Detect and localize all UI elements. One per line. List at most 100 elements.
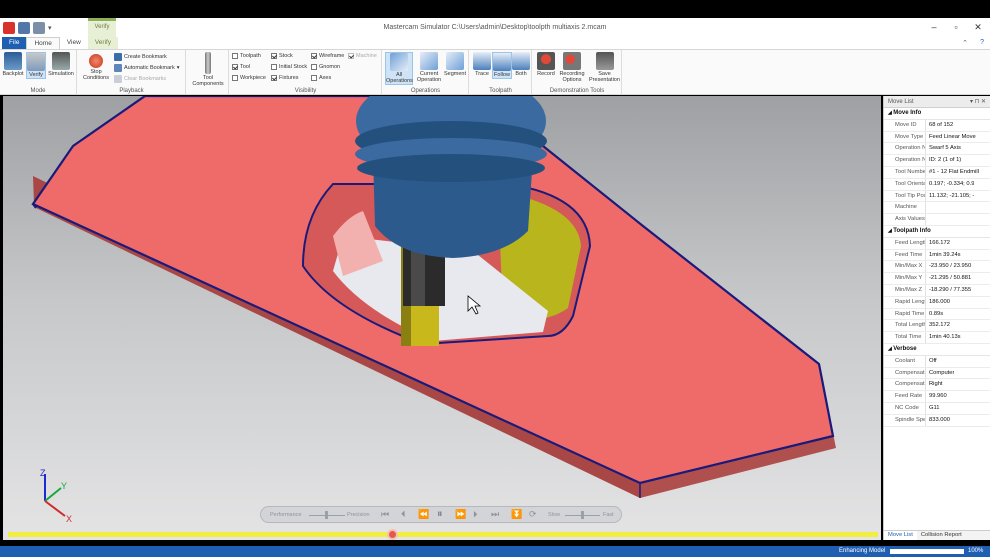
gnomon-checkbox[interactable]: Gnomon <box>311 64 340 70</box>
property-value: G11 <box>929 404 940 411</box>
property-value: Feed Linear Move <box>929 133 976 140</box>
group-playback: Stop Conditions Create Bookmark Automati… <box>78 50 186 95</box>
step-forward-icon[interactable]: ⏵ <box>473 509 478 520</box>
automatic-bookmark-button[interactable]: Automatic Bookmark ▾ <box>114 64 180 72</box>
tab-view[interactable]: View <box>60 37 88 49</box>
property-row: CompensationRight <box>884 379 990 392</box>
window-title: Mastercam Simulator C:\Users\admin\Deskt… <box>383 24 607 31</box>
property-row: Spindle Speed833.000 <box>884 414 990 427</box>
speed-slider-thumb[interactable] <box>581 511 584 519</box>
all-operations-button[interactable]: All Operations <box>385 52 413 85</box>
simulation-viewport[interactable]: Z Y X <box>3 96 881 540</box>
move-list-title: Move List <box>888 99 914 105</box>
record-button[interactable]: Record <box>535 52 557 77</box>
property-value: 186.000 <box>929 298 950 305</box>
follow-button[interactable]: Follow <box>492 52 512 79</box>
toolpath-checkbox[interactable]: Toolpath <box>232 53 261 59</box>
machine-checkbox[interactable]: Machine <box>348 53 377 59</box>
tab-move-list[interactable]: Move List <box>884 531 917 540</box>
property-value: 0.197; -0.334; 0.9 <box>929 180 975 187</box>
tab-verify[interactable]: Verify <box>87 37 119 49</box>
record-icon <box>537 52 555 70</box>
maximize-button[interactable]: ▫ <box>946 22 966 32</box>
title-bar: ▾ Verify Mastercam Simulator C:\Users\ad… <box>0 18 990 38</box>
verify-button[interactable]: Verify <box>26 52 46 79</box>
wireframe-checkbox[interactable]: Wireframe <box>311 53 344 59</box>
fast-forward-icon[interactable]: ⏩ <box>455 509 466 520</box>
backplot-button[interactable]: Backplot <box>2 52 24 77</box>
trace-button[interactable]: Trace <box>472 52 492 77</box>
slow-label: Slow <box>548 512 560 518</box>
skip-start-icon[interactable]: ⏮ <box>381 509 389 520</box>
timeline-thumb[interactable] <box>387 529 398 540</box>
y-axis-label: Y <box>61 481 67 491</box>
property-name: Total Time <box>884 332 926 343</box>
section-header[interactable]: ◢ Move Info <box>884 108 990 120</box>
close-button[interactable]: ✕ <box>968 22 988 33</box>
rewind-icon[interactable]: ⏪ <box>418 509 429 520</box>
simulation-scene: Z Y X <box>31 96 836 524</box>
help-icon[interactable]: ? <box>980 39 984 46</box>
property-name: Feed Time <box>884 249 926 261</box>
property-value: Computer <box>929 369 955 376</box>
step-back-icon[interactable]: ⏴ <box>401 509 406 520</box>
stop-conditions-button[interactable]: Stop Conditions <box>80 52 112 81</box>
loop-icon[interactable]: ⟳ <box>529 509 537 520</box>
segment-button[interactable]: Segment <box>443 52 467 77</box>
move-list-header: Move List ▾ ⊓ ✕ <box>884 96 990 108</box>
skip-end-icon[interactable]: ⏭ <box>491 509 499 520</box>
property-value: Off <box>929 357 937 364</box>
current-operation-button[interactable]: Current Operation <box>415 52 443 83</box>
group-tool-components: Tool Components <box>187 50 229 95</box>
axes-checkbox[interactable]: Axes <box>311 75 331 81</box>
recording-options-icon <box>563 52 581 70</box>
timeline-bar[interactable] <box>8 532 878 537</box>
property-row: Coolant Off <box>884 355 990 368</box>
property-name: Tool Tip Posit <box>884 190 926 202</box>
top-letterbox <box>0 0 990 18</box>
panel-controls-icon[interactable]: ▾ ⊓ ✕ <box>970 98 986 105</box>
property-value: 99.960 <box>929 393 947 400</box>
property-name: Min/Max X <box>884 261 926 273</box>
workpiece-checkbox[interactable]: Workpiece <box>232 75 266 81</box>
tab-collision-report[interactable]: Collision Report <box>917 531 966 540</box>
tab-file[interactable]: File <box>2 37 27 49</box>
section-header[interactable]: ◢ Toolpath Info <box>884 226 990 238</box>
tool-checkbox[interactable]: Tool <box>232 64 250 70</box>
precision-slider-thumb[interactable] <box>325 511 328 519</box>
section-header[interactable]: ◢ Verbose <box>884 344 990 356</box>
clear-bookmarks-icon <box>114 75 122 83</box>
property-value: 1min 39.24s <box>929 251 961 258</box>
status-progress-track <box>890 549 964 554</box>
collapse-ribbon-icon[interactable]: ⌃ <box>962 39 968 47</box>
minimize-button[interactable]: – <box>924 22 944 32</box>
save-presentation-button[interactable]: Save Presentation <box>589 52 620 83</box>
recording-options-button[interactable]: Recording Options <box>557 52 587 83</box>
property-value: Right <box>929 381 943 388</box>
property-row: Min/Max Z -18.290 / 77.355 <box>884 284 990 297</box>
tab-home[interactable]: Home <box>26 37 60 49</box>
both-button[interactable]: Both <box>512 52 530 77</box>
move-list-body: ◢ Move Info Move ID 68 of 152 Move Type Feed… <box>884 108 990 427</box>
simulation-button[interactable]: Simulation <box>48 52 74 77</box>
tool-components-icon <box>205 52 211 74</box>
current-operation-icon <box>420 52 438 70</box>
property-row: Axis Values <box>884 214 990 226</box>
property-name: Coolant <box>884 355 926 367</box>
fixtures-checkbox[interactable]: Fixtures <box>271 75 299 81</box>
z-axis-label: Z <box>40 468 46 478</box>
property-row: Operation NuID: 2 (1 of 1) <box>884 155 990 167</box>
create-bookmark-button[interactable]: Create Bookmark <box>114 53 167 61</box>
pause-icon[interactable]: ⏸ <box>437 508 443 521</box>
clear-bookmarks-button[interactable]: Clear Bookmarks <box>114 75 166 83</box>
group-operations: All Operations Current Operation Segment… <box>383 50 469 95</box>
initial-stock-checkbox[interactable]: Initial Stock <box>271 64 307 70</box>
tool-components-button[interactable]: Tool Components <box>189 52 227 87</box>
property-name: Compensation <box>884 379 926 391</box>
stock-checkbox[interactable]: Stock <box>271 53 293 59</box>
property-value: 833.000 <box>929 416 950 423</box>
playback-controls: Performance Precision ⏮ ⏴ ⏪ ⏸ ⏩ ⏵ ⏭ ⏬ ⟳ … <box>260 506 622 523</box>
step-to-collision-icon[interactable]: ⏬ <box>511 509 522 520</box>
property-row: Total Time 1min 40.13s <box>884 332 990 344</box>
property-row: Rapid Length186.000 <box>884 296 990 309</box>
